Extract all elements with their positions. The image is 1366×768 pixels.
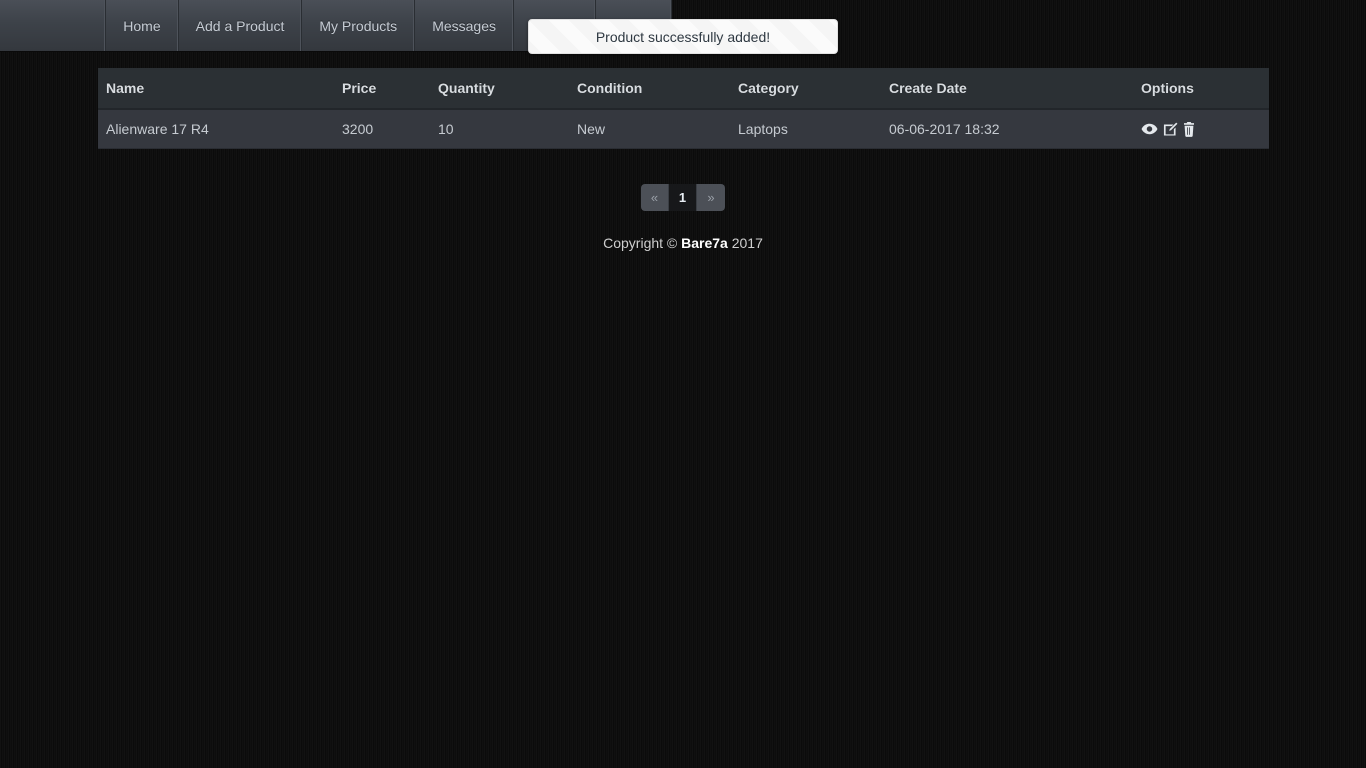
success-alert-message: Product successfully added! [595,28,771,45]
cell-category: Laptops [730,109,881,149]
footer-copyright-prefix: Copyright © [603,235,682,251]
main-container: Name Price Quantity Condition Category C… [98,52,1269,251]
table-row: Alienware 17 R4 3200 10 New Laptops 06-0… [98,109,1269,149]
column-header-name[interactable]: Name [98,68,334,110]
column-header-price[interactable]: Price [334,68,430,110]
trash-icon[interactable] [1183,121,1195,137]
products-table-body: Alienware 17 R4 3200 10 New Laptops 06-0… [98,109,1269,149]
pagination-prev-button[interactable]: « [641,184,669,211]
footer-copyright: Copyright © Bare7a 2017 [98,235,1268,251]
pagination-page-1[interactable]: 1 [669,184,697,211]
cell-condition: New [569,109,730,149]
footer-copyright-year: 2017 [727,235,763,251]
cell-quantity: 10 [430,109,569,149]
pencil-square-icon[interactable] [1163,122,1178,137]
row-options [1141,121,1269,137]
column-header-create-date[interactable]: Create Date [881,68,1133,110]
column-header-category[interactable]: Category [730,68,881,110]
cell-price: 3200 [334,109,430,149]
nav-item-my-products-label: My Products [319,17,398,34]
pagination-wrapper: « 1 » [98,184,1268,211]
success-alert[interactable]: Product successfully added! [528,19,838,54]
column-header-condition[interactable]: Condition [569,68,730,110]
nav-item-add-a-product[interactable]: Add a Product [179,0,303,51]
navbar-brand-placeholder [0,0,107,51]
nav-item-add-a-product-label: Add a Product [195,17,285,34]
pagination: « 1 » [641,184,725,211]
nav-item-my-products[interactable]: My Products [302,0,416,51]
column-header-quantity[interactable]: Quantity [430,68,569,110]
top-navbar: Home Add a Product My Products Messages … [0,0,838,54]
nav-item-home[interactable]: Home [106,0,179,51]
cell-create-date: 06-06-2017 18:32 [881,109,1133,149]
footer-brand-name: Bare7a [681,235,728,251]
cell-options [1133,109,1269,149]
cell-name: Alienware 17 R4 [98,109,334,149]
nav-item-messages[interactable]: Messages [415,0,514,51]
products-table: Name Price Quantity Condition Category C… [98,68,1269,149]
nav-item-home-label: Home [123,17,161,34]
nav-item-messages-label: Messages [432,17,496,34]
eye-icon[interactable] [1141,122,1158,136]
pagination-next-button[interactable]: » [697,184,725,211]
table-header-row: Name Price Quantity Condition Category C… [98,68,1269,110]
column-header-options: Options [1133,68,1269,110]
products-table-head: Name Price Quantity Condition Category C… [98,68,1269,110]
